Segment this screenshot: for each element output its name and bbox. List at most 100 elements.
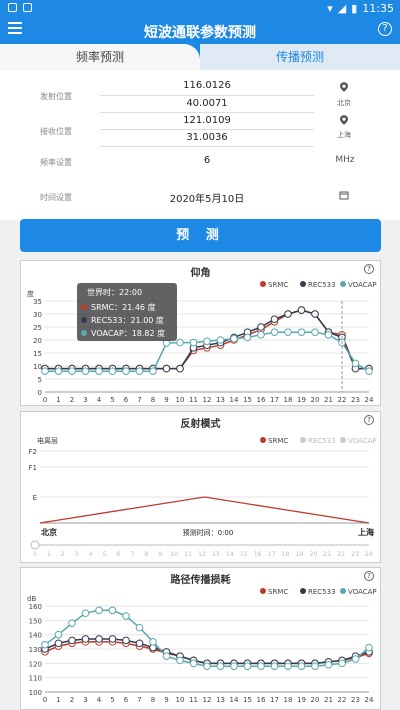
legend-label: REC533 [308,437,336,445]
slider-tick-label: 21 [323,551,331,558]
data-point [149,638,157,646]
elevation-chart-panel: 仰角 ? SRMC REC533 VOACAP 度 0 5 10 15 20 25 30 35 0 1 2 3… [20,260,381,406]
slider-tick-label: 16 [254,551,262,558]
data-point [162,652,171,660]
y-tick-label: 150 [29,617,42,625]
x-tick-label: 23 [351,396,360,404]
data-point [68,636,76,645]
start-label: 北京 [41,527,57,537]
tooltip-marker [81,304,87,310]
slider-tick-label: 24 [365,551,373,558]
x-tick-label: 15 [243,396,252,404]
data-point [81,635,90,643]
x-tick-label: 7 [137,396,141,404]
x-tick-label: 17 [270,696,279,704]
x-tick-label: 9 [164,696,168,704]
data-point [176,338,184,347]
x-tick-label: 0 [43,396,47,404]
y-axis-label: dB [27,595,36,603]
wifi-icon: ▾ [327,2,333,15]
slider-tick-label: 9 [158,551,162,558]
slider-tick-label: 17 [268,551,276,558]
legend-marker [300,281,306,287]
data-point [270,328,279,336]
slider-tick-label: 10 [170,551,178,558]
x-tick-label: 8 [151,696,155,704]
tooltip-item: REC533：21.00 度 [91,315,164,325]
tab-propagation-prediction[interactable]: 传播预测 [200,44,400,70]
location-pin-icon[interactable] [340,82,348,92]
x-tick-label: 9 [164,396,168,404]
predict-button[interactable]: 预 测 [20,219,381,252]
x-tick-label: 12 [203,696,212,704]
legend-label: VOACAP [348,588,377,596]
data-point [257,323,265,331]
date-label: 时间设置 [40,193,72,202]
data-point [216,336,225,344]
rx-lat-field[interactable]: 31.0036 [100,132,314,143]
center-label: 预测时间：0:00 [183,528,234,537]
tx-lat-field[interactable]: 40.0071 [100,98,314,109]
slider-tick-label: 22 [337,551,345,558]
x-tick-label: 21 [324,396,333,404]
y-tick-label: 140 [29,632,42,640]
tab-frequency-prediction[interactable]: 频率预测 [0,44,200,70]
x-tick-label: 3 [83,696,87,704]
data-point [324,660,333,669]
x-tick-label: 11 [189,696,198,704]
legend-label: SRMC [268,588,288,596]
data-point [54,639,63,648]
data-point [257,331,265,339]
data-point [203,662,211,670]
y-axis-label: 度 [27,289,34,298]
data-point [351,655,360,663]
location-pin-icon[interactable] [340,115,348,125]
data-point [311,662,319,670]
clock: 11:35 [362,2,394,15]
rx-city: 上海 [337,131,351,139]
data-point [297,328,306,336]
x-tick-label: 4 [97,396,102,404]
x-tick-label: 20 [311,696,320,704]
data-point [108,635,117,643]
rx-lon-field[interactable]: 121.0109 [100,115,314,126]
reflection-chart-panel: 反射模式 ? SRMC REC533 VOACAP 电离层 E F1 F2 北京 上海 预测时间：… [20,411,381,563]
calendar-icon[interactable] [339,190,349,200]
x-tick-label: 2 [70,696,74,704]
x-tick-label: 16 [257,696,266,704]
data-point [68,619,76,628]
tx-city: 北京 [337,99,351,107]
data-point [243,662,252,670]
y-tick-label: F1 [29,464,37,472]
x-tick-label: 6 [124,696,129,704]
loss-chart: SRMC REC533 VOACAPdB1001101201301401501600… [27,588,377,704]
x-tick-label: 13 [216,396,225,404]
data-point [324,331,333,339]
x-tick-label: 12 [203,396,212,404]
data-point [95,367,103,375]
data-point [176,656,184,665]
notification-icon [8,3,17,12]
legend-label: VOACAP [348,281,377,289]
slider-tick-label: 20 [310,551,318,558]
x-tick-label: 13 [216,696,225,704]
x-tick-label: 24 [365,696,374,704]
data-point [122,636,130,645]
parameter-form: 发射位置 116.0126 40.0071 北京 接收位置 121.0109 3… [0,70,400,220]
time-slider-thumb [30,540,40,550]
x-tick-label: 10 [176,696,185,704]
data-point [365,643,373,652]
y-tick-label: 35 [33,298,42,306]
y-axis-label: 电离层 [37,436,58,445]
tx-lon-field[interactable]: 116.0126 [100,80,314,91]
slider-tick-label: 0 [33,551,37,558]
legend-marker [260,437,266,443]
legend-marker [300,437,306,443]
x-tick-label: 19 [297,696,306,704]
date-field[interactable]: 2020年5月10日 [100,190,314,205]
freq-field[interactable]: 6 [100,155,314,166]
slider-tick-label: 2 [61,551,65,558]
help-icon[interactable]: ? [378,22,392,36]
x-tick-label: 3 [83,396,87,404]
x-tick-label: 15 [243,696,252,704]
